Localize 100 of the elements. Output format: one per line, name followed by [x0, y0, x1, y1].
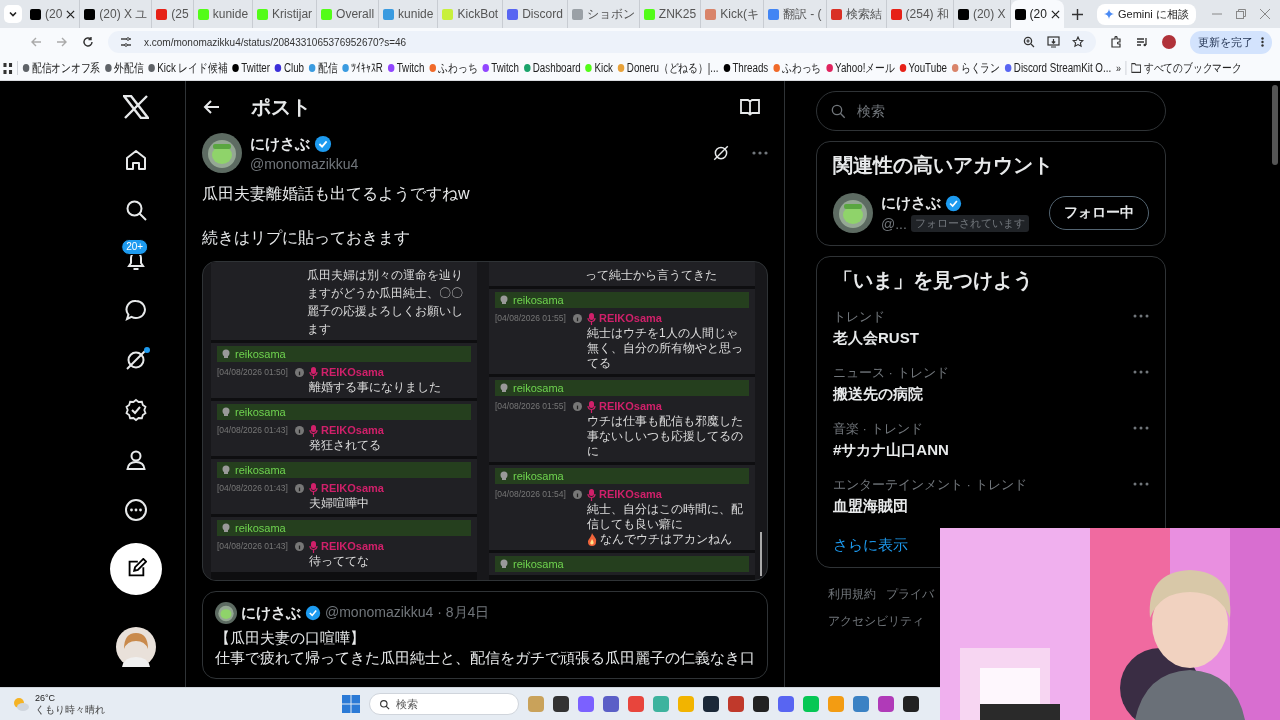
- footer-link[interactable]: 利用規約: [828, 586, 876, 603]
- chevron-down-icon: [8, 9, 18, 19]
- chat-username: reikosama: [235, 522, 286, 534]
- grok-icon[interactable]: [712, 144, 730, 162]
- post-text: 続きはリプに貼っておきます: [202, 228, 411, 248]
- more-icon[interactable]: [1133, 370, 1149, 374]
- app-icon[interactable]: [703, 696, 719, 712]
- footer-link[interactable]: プライバ: [886, 586, 934, 603]
- verified-badge-icon[interactable]: [124, 398, 148, 422]
- trend-item[interactable]: トレンド 老人会RUST: [833, 308, 1149, 348]
- weather-widget[interactable]: 26°C くもり時々晴れ: [0, 692, 342, 716]
- close-icon[interactable]: [66, 9, 76, 19]
- user-icon: [499, 559, 509, 569]
- follows-you-badge: フォローされています: [910, 215, 1029, 232]
- site-settings-icon[interactable]: [120, 36, 132, 48]
- more-icon[interactable]: [752, 151, 768, 155]
- chat-sender: REIKOsama: [599, 311, 662, 326]
- chat-message-text: ウチは仕事も配信も邪魔した事ないしいつも応援してるのに: [587, 414, 744, 459]
- install-app-icon[interactable]: [1047, 36, 1060, 48]
- more-icon[interactable]: [1133, 314, 1149, 318]
- media-icon[interactable]: [1136, 36, 1148, 48]
- footer-link[interactable]: アクセシビリティ: [828, 613, 924, 630]
- new-tab-icon[interactable]: [1071, 8, 1083, 20]
- user-icon: [499, 471, 509, 481]
- app-icon[interactable]: [553, 696, 569, 712]
- more-bookmarks-button[interactable]: »: [1116, 62, 1121, 74]
- update-button[interactable]: 更新を完了: [1190, 30, 1272, 54]
- address-bar[interactable]: x.com/monomazikku4/status/2084331065376952670?s=46: [108, 31, 1096, 53]
- quoted-post-card[interactable]: にけさぶ @monomazikku4 · 8月4日 【瓜田夫妻の口喧嘩】 仕事で疲れて帰ってきた瓜田純士と、配信をガチで頑張る瓜田麗子の仁義なき口: [202, 591, 768, 679]
- chat-timestamp: [04/08/2026 01:43]: [217, 482, 289, 495]
- bookmark[interactable]: 配信オンオフ系: [22, 59, 101, 77]
- bookmark[interactable]: 配信: [308, 59, 338, 77]
- post-meta: @monomazikku4 · 8月4日: [325, 604, 490, 622]
- star-icon[interactable]: [1072, 36, 1084, 48]
- chat-message-text: 瓜田夫婦は別々の運命を辿りますがどうか瓜田純士、〇〇麗子の応援よろしくお願いします: [307, 268, 463, 336]
- more-circle-icon[interactable]: [124, 498, 148, 522]
- trend-item[interactable]: エンターテインメント · トレンド 血盟海賊団: [833, 476, 1149, 516]
- chat-username: reikosama: [513, 470, 564, 482]
- bookmark[interactable]: Kick レイド候補: [148, 59, 228, 77]
- back-arrow-icon[interactable]: [203, 98, 221, 116]
- browser-tab[interactable]: (20: [1010, 0, 1064, 28]
- start-icon[interactable]: [342, 695, 360, 713]
- bookmark[interactable]: Yahoo!メール: [826, 59, 895, 77]
- app-icon[interactable]: [903, 696, 919, 712]
- bookmark[interactable]: Club: [274, 61, 305, 75]
- bookmark[interactable]: Threads: [723, 61, 769, 75]
- more-icon[interactable]: [1133, 482, 1149, 486]
- bookmark[interactable]: らくラン: [951, 59, 1000, 77]
- bookmark[interactable]: ﾂｲｷｬｽR: [342, 61, 383, 75]
- bookmark[interactable]: Twitter: [232, 61, 271, 75]
- info-icon: [295, 542, 304, 551]
- account-avatar[interactable]: [833, 193, 873, 233]
- bookmark[interactable]: YouTube: [899, 61, 947, 75]
- search-icon[interactable]: [124, 198, 148, 222]
- bookmark[interactable]: ふわっち: [429, 59, 478, 77]
- app-icon[interactable]: [753, 696, 769, 712]
- close-icon[interactable]: [1050, 9, 1060, 19]
- taskbar-search-field[interactable]: 検索: [369, 693, 519, 715]
- reload-icon[interactable]: [82, 36, 94, 48]
- mic-icon: [309, 366, 318, 379]
- bookmark[interactable]: Doneru（どねる）|...: [617, 59, 719, 77]
- card-title: 「いま」を見つけよう: [833, 268, 1034, 293]
- chat-username: reikosama: [513, 294, 564, 306]
- show-more-link[interactable]: さらに表示: [833, 536, 908, 555]
- chat-message-text: なんでウチはアカンねん: [600, 532, 732, 547]
- user-icon: [221, 349, 231, 359]
- profile-avatar[interactable]: [1162, 35, 1176, 49]
- bookmark[interactable]: 外配信: [105, 59, 144, 77]
- trend-item[interactable]: 音楽 · トレンド #サカナ山口ANN: [833, 420, 1149, 460]
- chat-bubble-icon[interactable]: [124, 298, 148, 322]
- author-name[interactable]: にけさぶ: [250, 134, 310, 154]
- gemini-button[interactable]: Gemini に相談: [1096, 3, 1196, 25]
- scrollbar: [760, 532, 762, 576]
- bookmark[interactable]: Dashboard: [523, 61, 581, 75]
- bookmark[interactable]: ふわっち: [773, 59, 822, 77]
- author-handle[interactable]: @monomazikku4: [250, 155, 359, 172]
- apps-icon[interactable]: [3, 62, 13, 74]
- mic-icon: [309, 424, 318, 437]
- bookmark[interactable]: Kick: [585, 61, 613, 75]
- reader-icon[interactable]: [740, 98, 760, 116]
- bookmark[interactable]: Twitch: [482, 61, 519, 75]
- verified-icon: [305, 605, 321, 621]
- user-avatar[interactable]: [116, 627, 156, 667]
- extensions-icon[interactable]: [1110, 36, 1122, 48]
- account-name[interactable]: にけさぶ: [881, 194, 941, 213]
- author-avatar[interactable]: [202, 133, 242, 173]
- person-icon[interactable]: [124, 448, 148, 472]
- tab-list-button[interactable]: [4, 5, 22, 23]
- more-icon[interactable]: [1133, 426, 1149, 430]
- restore-icon[interactable]: [1236, 9, 1246, 19]
- home-icon[interactable]: [124, 148, 148, 172]
- bookmark[interactable]: Discord StreamKit O...: [1004, 61, 1112, 75]
- x-logo-icon[interactable]: [123, 95, 149, 119]
- compose-button[interactable]: [110, 543, 162, 595]
- search-field[interactable]: 検索: [816, 91, 1166, 131]
- bookmark[interactable]: Twitch: [387, 61, 425, 75]
- all-bookmarks-folder[interactable]: すべてのブックマーク: [1131, 59, 1242, 77]
- chat-message-text: 純士はウチを1人の人間じゃ無く、自分の所有物やと思ってる: [587, 326, 744, 371]
- zoom-icon[interactable]: [1023, 36, 1035, 48]
- trend-item[interactable]: ニュース · トレンド 搬送先の病院: [833, 364, 1149, 404]
